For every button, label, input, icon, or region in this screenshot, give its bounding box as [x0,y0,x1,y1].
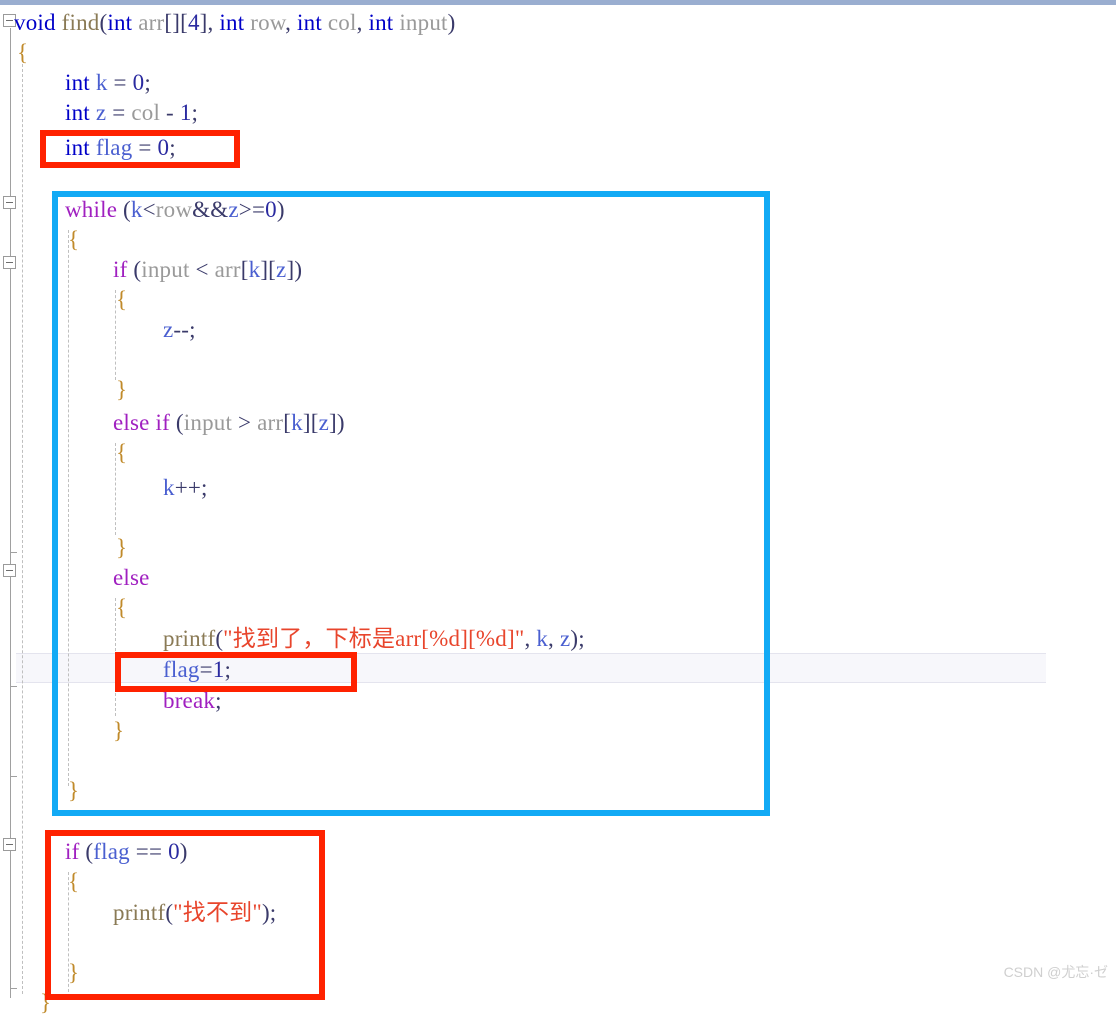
red-box-flag-assignment [115,652,357,692]
code-line[interactable]: void find(int arr[][4], int row, int col… [0,8,455,38]
code-token-kw: void [14,10,56,35]
code-token-var: z [95,100,107,125]
code-token-punct: ; [191,100,199,125]
code-editor-surface[interactable]: void find(int arr[][4], int row, int col… [0,8,1116,1015]
code-token-fn: find [61,10,100,35]
code-token-num: 1 [179,100,192,125]
code-token-kw: int [368,10,394,35]
code-token-kw: int [65,100,90,125]
blue-box-while-loop [52,191,770,816]
code-line[interactable]: int z = col - 1; [0,98,198,128]
code-token-brace: { [17,40,29,65]
code-token-punct: = [113,70,127,95]
code-token-punct: , [285,10,298,35]
code-token-punct: ) [447,10,456,35]
code-token-kw: int [65,70,90,95]
code-token-punct: , [356,10,369,35]
code-token-kw: int [107,10,133,35]
code-token-num: 4 [187,10,200,35]
red-box-not-found-branch [45,830,325,1000]
code-token-kw: int [219,10,245,35]
code-token-punct: - [166,100,174,125]
code-line[interactable]: int k = 0; [0,68,151,98]
code-token-punct: ; [144,70,151,95]
code-token-id: row [250,10,286,35]
code-token-punct: [][ [164,10,188,35]
code-token-num: 0 [132,70,145,95]
code-token-id: arr [138,10,165,35]
code-token-kw: int [297,10,322,35]
csdn-watermark: CSDN @尤忘·ゼ [1003,964,1108,980]
code-line[interactable]: { [0,38,28,68]
red-box-flag-declaration [40,130,240,168]
code-token-id: input [399,10,448,35]
code-line[interactable]: } [0,988,51,1018]
code-token-punct: = [112,100,126,125]
code-token-id: col [131,100,161,125]
code-token-id: col [327,10,357,35]
code-token-var: k [95,70,108,95]
code-token-punct: ], [199,10,220,35]
